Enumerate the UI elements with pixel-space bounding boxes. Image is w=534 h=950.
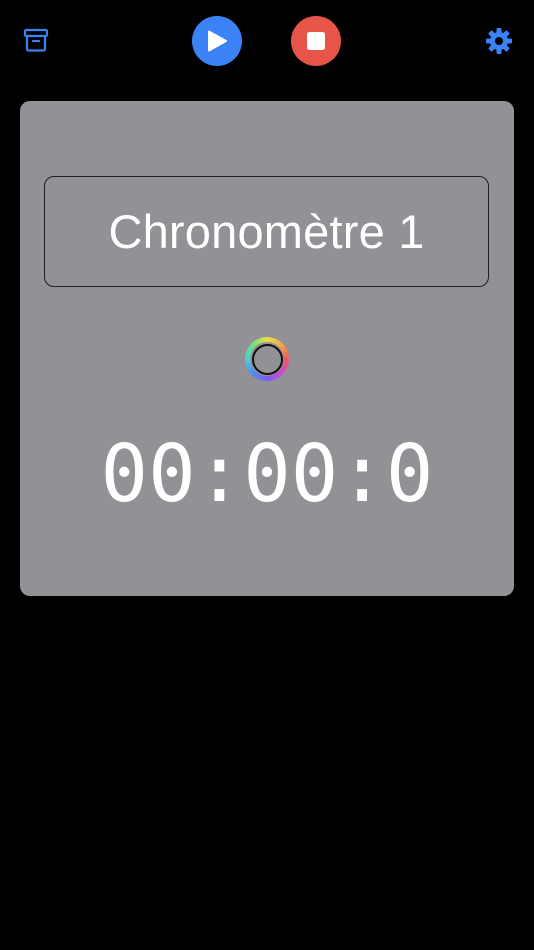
gear-icon: [486, 28, 512, 54]
stopwatch-card: Chronomètre 1 00:00:0: [20, 101, 514, 596]
settings-button[interactable]: [482, 24, 516, 58]
play-icon: [208, 30, 227, 52]
color-picker-button[interactable]: [245, 337, 289, 381]
stopwatch-name-text: Chronomètre 1: [108, 205, 425, 258]
stop-button[interactable]: [291, 16, 341, 66]
play-button[interactable]: [192, 16, 242, 66]
selected-color-swatch: [251, 343, 283, 375]
stopwatch-name-field[interactable]: Chronomètre 1: [44, 176, 489, 287]
archive-box-icon: [23, 28, 49, 52]
archive-button[interactable]: [20, 24, 52, 56]
color-wheel-icon: [250, 342, 284, 376]
elapsed-time-display: 00:00:0: [100, 428, 434, 520]
stop-icon: [307, 32, 325, 50]
